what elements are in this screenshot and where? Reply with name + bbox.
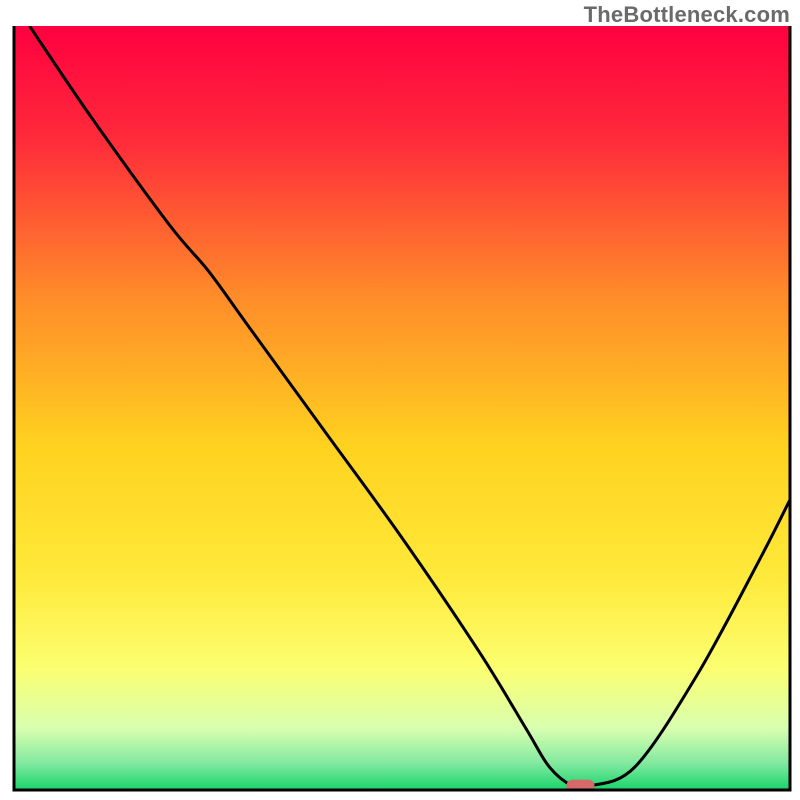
- chart-canvas: [0, 0, 800, 800]
- gradient-background: [14, 26, 790, 790]
- chart-stage: TheBottleneck.com: [0, 0, 800, 800]
- watermark-text: TheBottleneck.com: [584, 2, 790, 28]
- plot-area: [14, 26, 790, 793]
